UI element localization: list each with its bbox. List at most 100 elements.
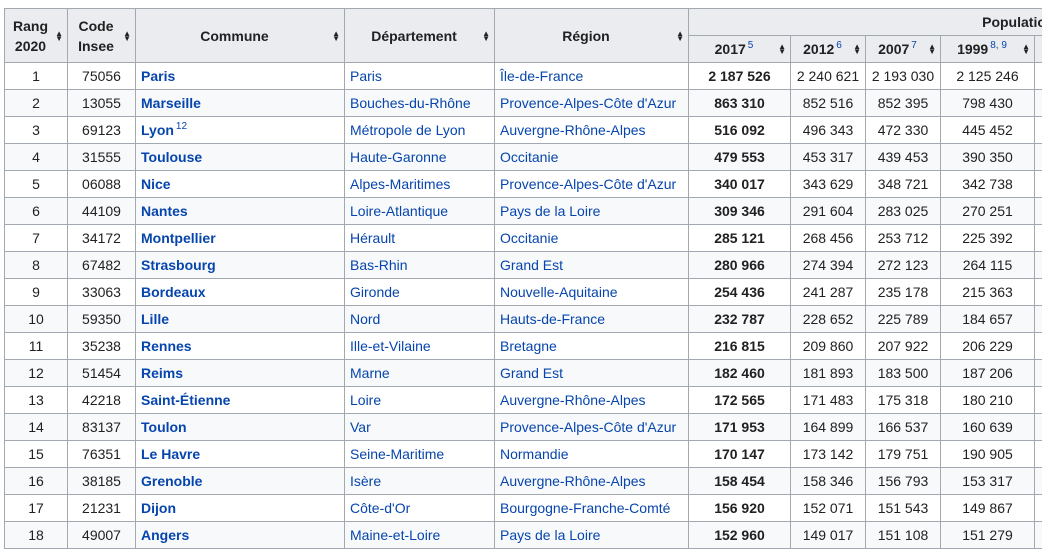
region-link[interactable]: Provence-Alpes-Côte d'Azur	[500, 419, 676, 435]
sort-icon[interactable]: ▲ ▼	[55, 29, 63, 42]
departement-link[interactable]: Ille-et-Vilaine	[350, 338, 431, 354]
departement-link[interactable]: Seine-Maritime	[350, 446, 444, 462]
year-2017-header[interactable]: 2017 5 ▲ ▼	[688, 35, 791, 63]
year-1999-header[interactable]: 1999 8, 9 ▲ ▼	[940, 35, 1035, 63]
region-link[interactable]: Auvergne-Rhône-Alpes	[500, 392, 646, 408]
departement-link[interactable]: Métropole de Lyon	[350, 122, 465, 138]
region-link[interactable]: Hauts-de-France	[500, 311, 605, 327]
commune-link[interactable]: Lille	[141, 311, 169, 327]
commune-link[interactable]: Paris	[141, 68, 175, 84]
region-link[interactable]: Auvergne-Rhône-Alpes	[500, 122, 646, 138]
departement-link[interactable]: Hérault	[350, 230, 395, 246]
departement-link[interactable]: Nord	[350, 311, 380, 327]
departement-link[interactable]: Isère	[350, 473, 381, 489]
departement-link[interactable]: Paris	[350, 68, 382, 84]
commune-link[interactable]: Le Havre	[141, 446, 200, 462]
departement-link[interactable]: Bas-Rhin	[350, 257, 408, 273]
region-link[interactable]: Grand Est	[500, 365, 563, 381]
commune-link[interactable]: Saint-Étienne	[141, 392, 230, 408]
region-cell: Grand Est	[494, 359, 689, 387]
sort-icon[interactable]: ▲ ▼	[123, 29, 131, 42]
footnote-ref[interactable]: 5	[748, 40, 754, 51]
pop-2007-cell: 272 123	[865, 251, 941, 279]
sort-icon[interactable]: ▲ ▼	[778, 43, 786, 56]
commune-cell: Saint-Étienne	[135, 386, 345, 414]
pop-2017-cell: 340 017	[688, 170, 791, 198]
commune-link[interactable]: Grenoble	[141, 473, 202, 489]
region-link[interactable]: Île-de-France	[500, 68, 583, 84]
region-link[interactable]: Provence-Alpes-Côte d'Azur	[500, 95, 676, 111]
year-next-header	[1034, 35, 1042, 63]
commune-link[interactable]: Marseille	[141, 95, 201, 111]
region-link[interactable]: Occitanie	[500, 149, 558, 165]
sort-icon[interactable]: ▲ ▼	[332, 29, 340, 42]
departement-link[interactable]: Haute-Garonne	[350, 149, 447, 165]
region-link[interactable]: Bretagne	[500, 338, 557, 354]
footnote-ref[interactable]: 6	[836, 40, 842, 51]
rang-cell: 16	[4, 467, 68, 495]
commune-link[interactable]: Dijon	[141, 500, 176, 516]
commune-link[interactable]: Montpellier	[141, 230, 216, 246]
region-link[interactable]: Normandie	[500, 446, 568, 462]
departement-link[interactable]: Bouches-du-Rhône	[350, 95, 471, 111]
year-2007-header[interactable]: 2007 7 ▲ ▼	[865, 35, 941, 63]
departement-header[interactable]: Département ▲ ▼	[344, 8, 495, 63]
pop-2012-cell: 453 317	[790, 143, 866, 171]
footnote-ref[interactable]: 8, 9	[990, 40, 1007, 51]
departement-link[interactable]: Maine-et-Loire	[350, 527, 440, 543]
pop-2007-cell: 852 395	[865, 89, 941, 117]
commune-header[interactable]: Commune ▲ ▼	[135, 8, 345, 63]
pop-2012-cell: 158 346	[790, 467, 866, 495]
sort-icon[interactable]: ▲ ▼	[928, 43, 936, 56]
departement-link[interactable]: Alpes-Maritimes	[350, 176, 450, 192]
commune-link[interactable]: Lyon	[141, 122, 174, 138]
commune-cell: Angers	[135, 521, 345, 549]
region-header[interactable]: Région ▲ ▼	[494, 8, 689, 63]
departement-link[interactable]: Loire	[350, 392, 381, 408]
departement-link[interactable]: Marne	[350, 365, 390, 381]
rang-cell: 10	[4, 305, 68, 333]
commune-link[interactable]: Reims	[141, 365, 183, 381]
table-row: 18 49007 Angers Maine-et-Loire Pays de la Lo…	[4, 521, 1042, 549]
commune-link[interactable]: Strasbourg	[141, 257, 216, 273]
region-link[interactable]: Occitanie	[500, 230, 558, 246]
rang-cell: 3	[4, 116, 68, 144]
region-link[interactable]: Pays de la Loire	[500, 527, 600, 543]
departement-link[interactable]: Côte-d'Or	[350, 500, 410, 516]
code-insee-header[interactable]: Code Insee ▲ ▼	[67, 8, 136, 63]
rang-header[interactable]: Rang 2020 ▲ ▼	[4, 8, 68, 63]
code-cell: 38185	[67, 467, 136, 495]
region-link[interactable]: Nouvelle-Aquitaine	[500, 284, 618, 300]
region-link[interactable]: Grand Est	[500, 257, 563, 273]
sort-icon[interactable]: ▲ ▼	[482, 29, 490, 42]
departement-cell: Maine-et-Loire	[344, 521, 495, 549]
region-link[interactable]: Auvergne-Rhône-Alpes	[500, 473, 646, 489]
pop-2007-cell: 151 108	[865, 521, 941, 549]
code-header-line2: Insee	[78, 37, 114, 54]
commune-link[interactable]: Toulon	[141, 419, 187, 435]
sort-icon[interactable]: ▲ ▼	[1022, 43, 1030, 56]
pop-2012-cell: 852 516	[790, 89, 866, 117]
region-cell: Pays de la Loire	[494, 197, 689, 225]
commune-link[interactable]: Toulouse	[141, 149, 202, 165]
departement-link[interactable]: Var	[350, 419, 371, 435]
year-2012-header[interactable]: 2012 6 ▲ ▼	[790, 35, 866, 63]
commune-link[interactable]: Nice	[141, 176, 171, 192]
departement-link[interactable]: Gironde	[350, 284, 400, 300]
sort-icon[interactable]: ▲ ▼	[676, 29, 684, 42]
region-link[interactable]: Provence-Alpes-Côte d'Azur	[500, 176, 676, 192]
commune-link[interactable]: Rennes	[141, 338, 192, 354]
departement-link[interactable]: Loire-Atlantique	[350, 203, 448, 219]
footnote-ref[interactable]: 7	[911, 40, 917, 51]
footnote-ref[interactable]: 12	[176, 121, 187, 132]
region-link[interactable]: Pays de la Loire	[500, 203, 600, 219]
sort-icon[interactable]: ▲ ▼	[853, 43, 861, 56]
commune-link[interactable]: Angers	[141, 527, 189, 543]
region-link[interactable]: Bourgogne-Franche-Comté	[500, 500, 670, 516]
pop-2007-cell: 348 721	[865, 170, 941, 198]
commune-link[interactable]: Bordeaux	[141, 284, 206, 300]
commune-link[interactable]: Nantes	[141, 203, 188, 219]
table-row: 3 69123 Lyon 12 Métropole de Lyon Auvergne-Rh…	[4, 116, 1042, 144]
departement-cell: Gironde	[344, 278, 495, 306]
rang-cell: 5	[4, 170, 68, 198]
